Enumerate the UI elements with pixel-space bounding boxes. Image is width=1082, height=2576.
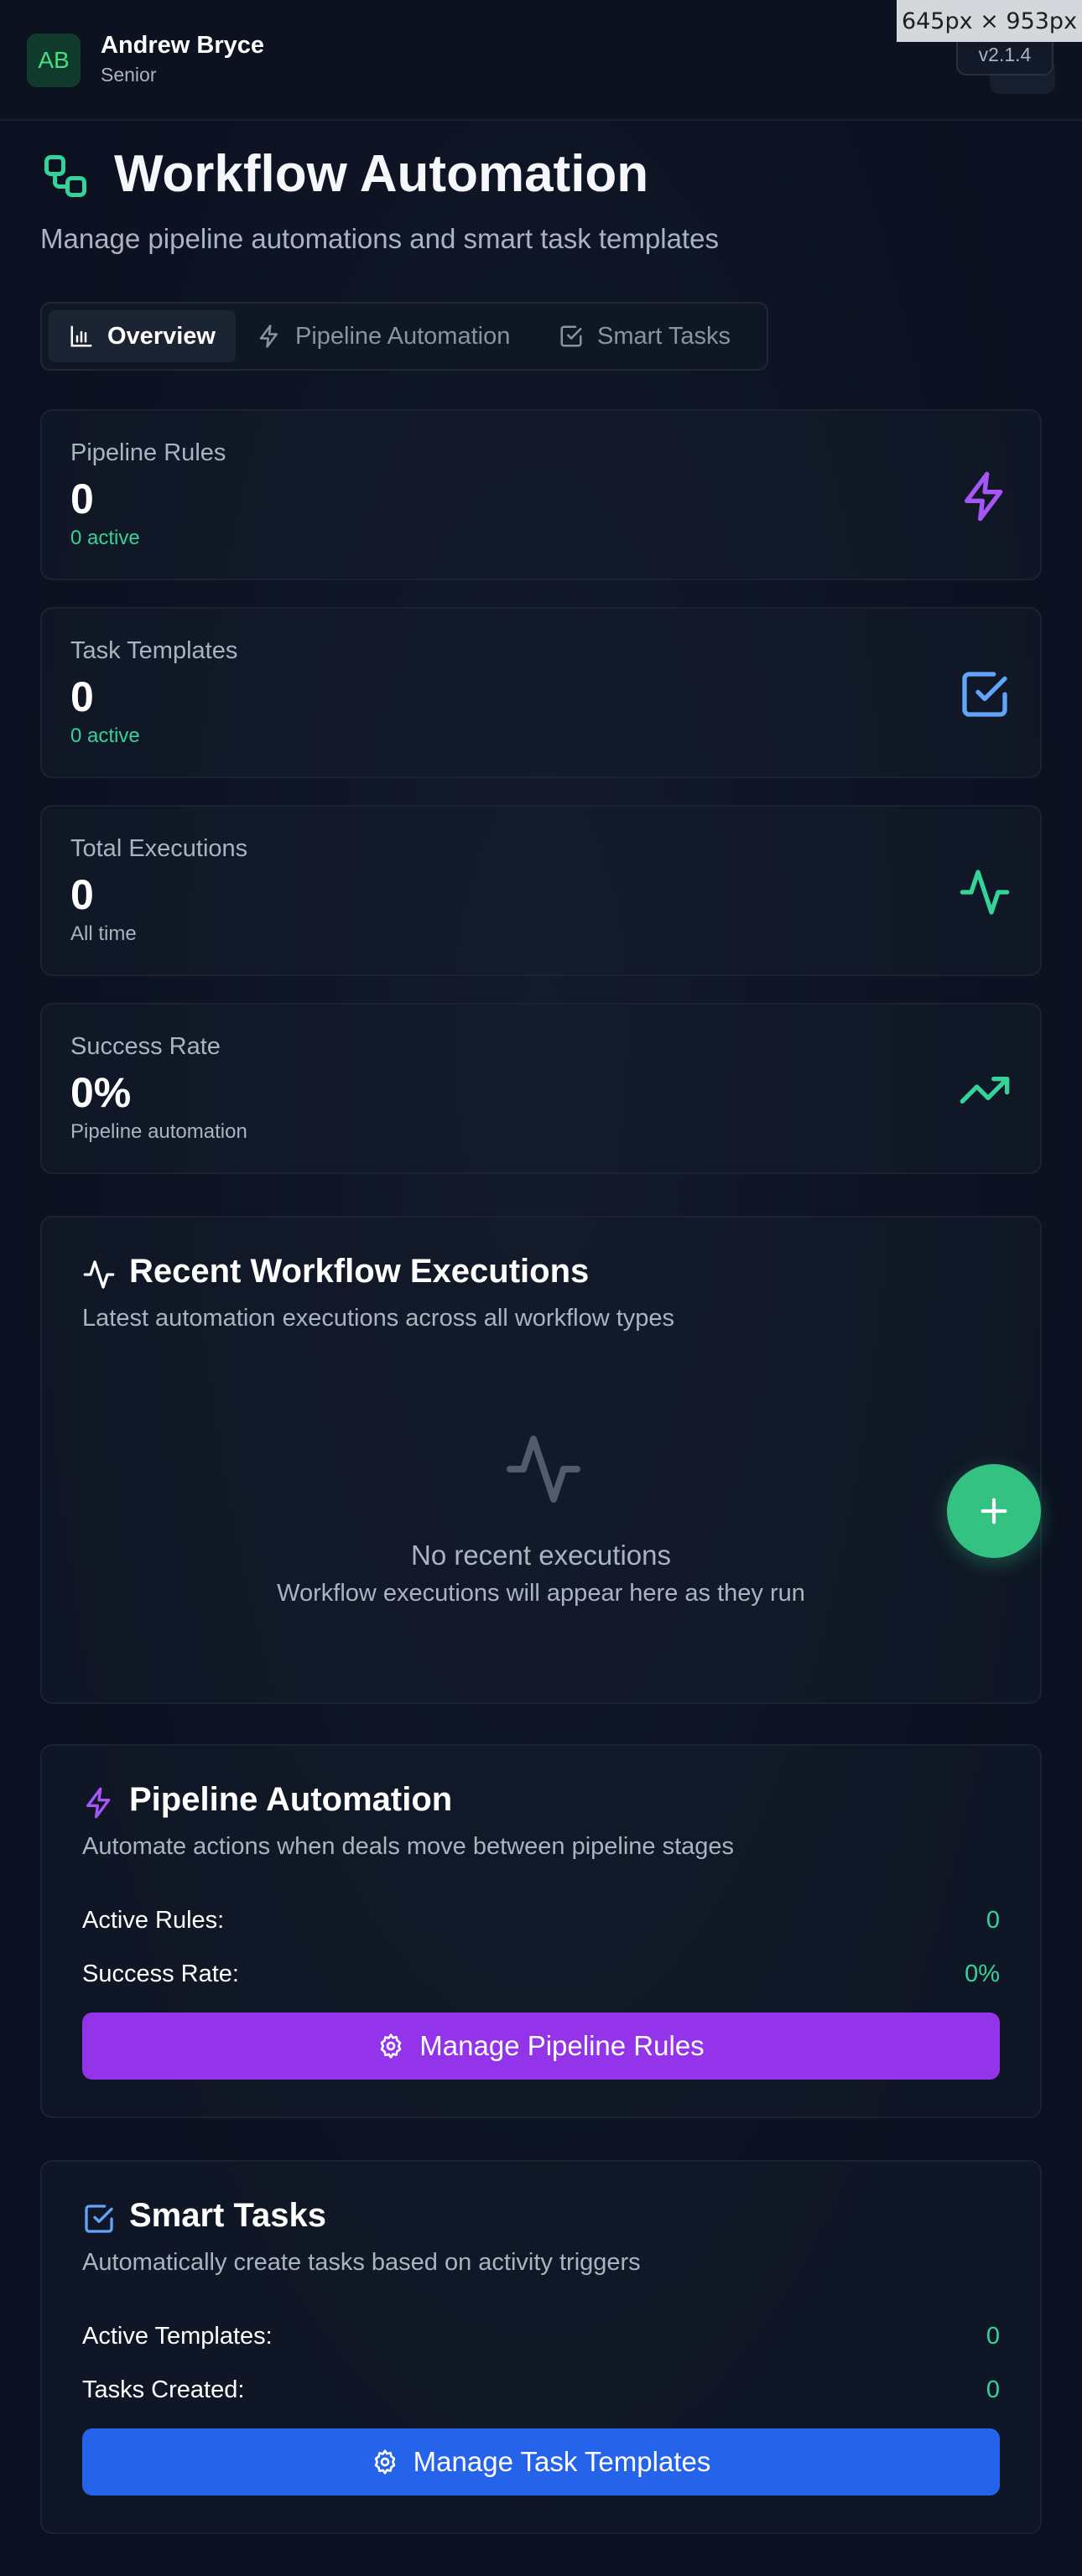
- bar-chart-icon: [70, 325, 92, 347]
- stat-sub: All time: [70, 922, 137, 945]
- active-templates-label: Active Templates:: [82, 2323, 273, 2350]
- tab-label: Smart Tasks: [597, 322, 731, 350]
- stat-sub: Pipeline automation: [70, 1120, 247, 1143]
- panel-description: Automate actions when deals move between…: [82, 1833, 735, 1860]
- stat-value: 0: [70, 871, 94, 918]
- button-label: Manage Task Templates: [413, 2446, 711, 2477]
- activity-icon: [507, 1436, 580, 1503]
- active-rules-label: Active Rules:: [82, 1907, 225, 1934]
- stat-card-success-rate: Success Rate 0% Pipeline automation: [40, 1003, 1042, 1174]
- tab-label: Pipeline Automation: [295, 322, 511, 350]
- lightning-icon: [259, 325, 278, 348]
- checkbox-icon: [962, 672, 1007, 717]
- tab-pipeline-automation[interactable]: Pipeline Automation: [237, 310, 530, 362]
- stat-label: Pipeline Rules: [70, 439, 226, 466]
- activity-icon: [83, 1260, 115, 1289]
- panel-title: Smart Tasks: [129, 2197, 326, 2234]
- panel-title: Recent Workflow Executions: [129, 1253, 590, 1290]
- avatar[interactable]: AB: [27, 34, 81, 87]
- stat-value: 0: [70, 475, 94, 522]
- tab-label: Overview: [107, 322, 216, 350]
- lightning-icon: [86, 1787, 111, 1819]
- active-templates-value: 0: [986, 2323, 1000, 2350]
- empty-state-description: Workflow executions will appear here as …: [277, 1580, 805, 1607]
- user-name: Andrew Bryce: [101, 32, 265, 59]
- success-rate-value: 0%: [965, 1961, 1000, 1987]
- smart-tasks-panel: Smart Tasks Automatically create tasks b…: [40, 2160, 1042, 2534]
- panel-description: Latest automation executions across all …: [82, 1305, 675, 1332]
- stat-label: Success Rate: [70, 1033, 221, 1060]
- gear-icon: [374, 2449, 395, 2475]
- lightning-icon: [965, 471, 1003, 522]
- stat-label: Total Executions: [70, 835, 248, 862]
- tab-smart-tasks[interactable]: Smart Tasks: [538, 310, 751, 362]
- dimensions-overlay: 645px × 953px: [897, 0, 1082, 42]
- stat-value: 0%: [70, 1069, 132, 1116]
- workflow-icon: [44, 155, 86, 197]
- manage-task-templates-button[interactable]: Manage Task Templates: [82, 2428, 1000, 2496]
- manage-pipeline-rules-button[interactable]: Manage Pipeline Rules: [82, 2012, 1000, 2080]
- recent-executions-panel: Recent Workflow Executions Latest automa…: [40, 1216, 1042, 1704]
- stat-sub: 0 active: [70, 724, 140, 747]
- tab-overview[interactable]: Overview: [49, 310, 236, 362]
- stat-card-task-templates: Task Templates 0 0 active: [40, 607, 1042, 778]
- active-rules-value: 0: [986, 1907, 1000, 1934]
- stat-card-pipeline-rules: Pipeline Rules 0 0 active: [40, 409, 1042, 580]
- plus-icon: [981, 1498, 1007, 1524]
- panel-description: Automatically create tasks based on acti…: [82, 2249, 641, 2276]
- empty-state-title: No recent executions: [410, 1540, 671, 1571]
- stat-label: Task Templates: [70, 637, 238, 664]
- tab-list: Overview Pipeline Automation Smart Tasks: [40, 302, 768, 371]
- page-subtitle: Manage pipeline automations and smart ta…: [40, 223, 719, 254]
- add-button[interactable]: [947, 1464, 1041, 1558]
- checkbox-icon: [560, 325, 582, 347]
- button-label: Manage Pipeline Rules: [419, 2030, 705, 2061]
- panel-title: Pipeline Automation: [129, 1781, 453, 1818]
- pipeline-automation-panel: Pipeline Automation Automate actions whe…: [40, 1744, 1042, 2118]
- stat-sub: 0 active: [70, 527, 140, 549]
- activity-icon: [960, 870, 1010, 915]
- tasks-created-value: 0: [986, 2376, 1000, 2403]
- stat-card-total-executions: Total Executions 0 All time: [40, 805, 1042, 976]
- gear-icon: [381, 2033, 402, 2059]
- checkbox-icon: [85, 2205, 113, 2233]
- user-role: Senior: [101, 64, 157, 86]
- trending-up-icon: [960, 1077, 1010, 1104]
- page-title: Workflow Automation: [114, 145, 649, 203]
- stat-value: 0: [70, 673, 94, 720]
- tasks-created-label: Tasks Created:: [82, 2376, 245, 2403]
- success-rate-label: Success Rate:: [82, 1961, 239, 1987]
